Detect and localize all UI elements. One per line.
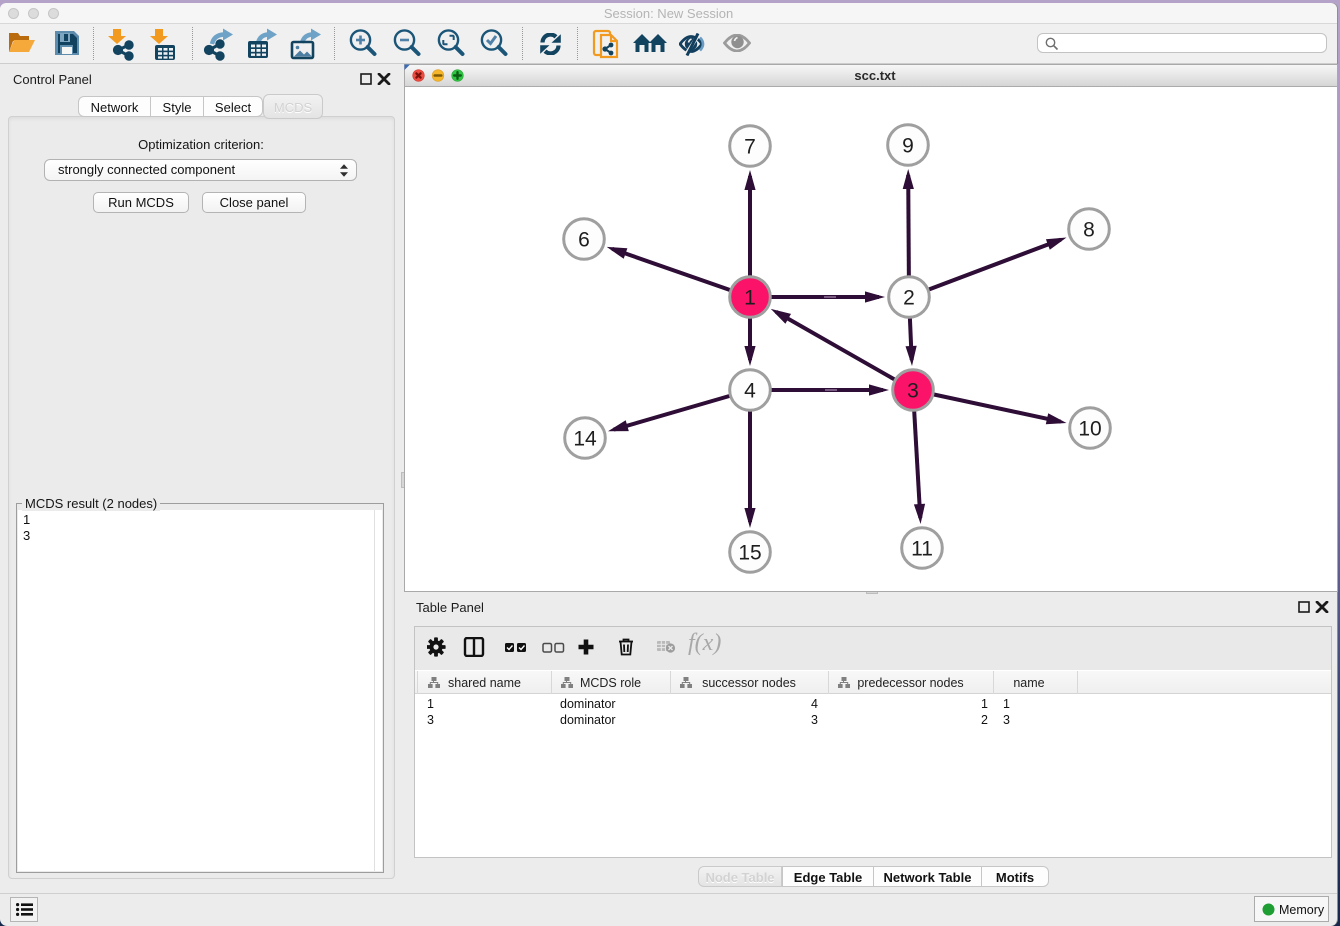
svg-text:14: 14	[573, 428, 597, 451]
svg-text:9: 9	[902, 135, 914, 158]
svg-text:4: 4	[744, 380, 756, 403]
svg-text:2: 2	[903, 287, 915, 310]
svg-text:10: 10	[1078, 418, 1101, 441]
svg-text:15: 15	[738, 542, 761, 565]
svg-text:1: 1	[744, 287, 756, 310]
svg-text:7: 7	[744, 136, 756, 159]
svg-text:8: 8	[1083, 219, 1095, 242]
svg-text:3: 3	[907, 380, 919, 403]
svg-text:6: 6	[578, 229, 590, 252]
svg-text:11: 11	[911, 538, 933, 561]
